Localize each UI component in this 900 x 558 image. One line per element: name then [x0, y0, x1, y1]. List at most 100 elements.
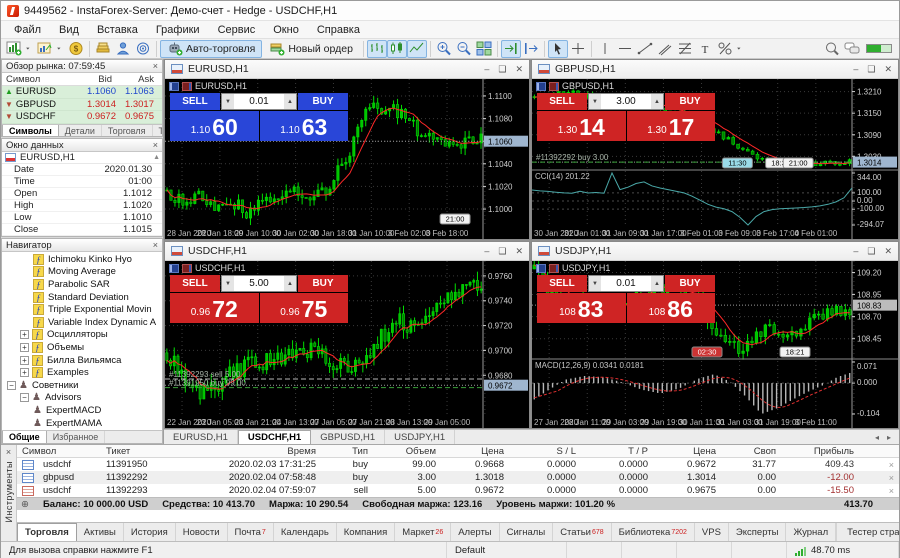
candles-icon[interactable] [387, 40, 407, 58]
caret-icon[interactable] [735, 40, 746, 58]
navigator-item[interactable]: ♟ExpertMAMA [2, 417, 162, 430]
depth-of-market-icon[interactable] [549, 82, 559, 91]
expand-icon[interactable]: + [20, 368, 29, 377]
terminal-tab-Активы[interactable]: Активы [77, 523, 124, 541]
terminal-ico-icon[interactable] [133, 40, 153, 58]
channel-icon[interactable] [655, 40, 675, 58]
oneclick-panel-icon[interactable] [536, 264, 546, 273]
volume-increase-icon[interactable]: ▲ [284, 94, 296, 109]
buy-button[interactable]: BUY [298, 275, 348, 292]
expand-icon[interactable]: + [20, 356, 29, 365]
position-row[interactable]: usdchf113919502020.02.03 17:31:25buy99.0… [17, 458, 899, 471]
close-icon[interactable]: ✕ [515, 246, 523, 257]
volume-decrease-icon[interactable]: ▼ [589, 94, 601, 109]
crosshair-icon[interactable] [568, 40, 588, 58]
menu-Графики[interactable]: Графики [147, 23, 209, 37]
sell-button[interactable]: SELL [170, 93, 220, 110]
volume-increase-icon[interactable]: ▲ [284, 276, 296, 291]
position-row[interactable]: usdchf113922932020.02.04 07:59:07sell5.0… [17, 484, 899, 497]
terminal-side-label[interactable]: Инструменты [4, 461, 14, 523]
tile-icon[interactable] [474, 40, 494, 58]
chart-area-eurusd[interactable]: EURUSD,H1SELL▼0.01▲BUY1.10601.10631.1100… [165, 79, 529, 239]
market-watch-row[interactable]: ▲EURUSD1.10601.1063 [2, 86, 162, 99]
menu-Вставка[interactable]: Вставка [88, 23, 147, 37]
minimize-icon[interactable]: – [853, 246, 858, 257]
navigator-item[interactable]: ƒMoving Average [2, 266, 162, 279]
maximize-icon[interactable]: ❑ [867, 64, 875, 75]
chart-tab-GBPUSD,H1[interactable]: GBPUSD,H1 [311, 430, 385, 444]
new-chart-icon[interactable] [4, 40, 24, 58]
caret-icon[interactable] [24, 40, 35, 58]
close-icon[interactable]: × [153, 240, 158, 250]
navigator-item[interactable]: +ƒБилла Вильямса [2, 354, 162, 367]
shapes-icon[interactable] [715, 40, 735, 58]
terminal-tab-Компания[interactable]: Компания [337, 523, 395, 541]
market-watch-tab-Торговля[interactable]: Торговля [102, 125, 153, 137]
volume-increase-icon[interactable]: ▲ [651, 94, 663, 109]
volume-decrease-icon[interactable]: ▼ [222, 94, 234, 109]
profiles-icon[interactable] [35, 40, 55, 58]
chart-area-usdchf[interactable]: USDCHF,H1SELL▼5.00▲BUY0.96720.9675#11392… [165, 261, 529, 428]
sell-price[interactable]: 10883 [537, 293, 626, 323]
volume-value[interactable]: 5.00 [234, 276, 284, 291]
zoom-in-icon[interactable] [434, 40, 454, 58]
new-order-button[interactable]: Новый ордер [262, 40, 360, 58]
close-icon[interactable]: ✕ [515, 64, 523, 75]
close-icon[interactable]: × [153, 61, 158, 71]
terminal-column-S / L[interactable]: S / L [509, 446, 581, 457]
search-icon[interactable] [822, 40, 842, 58]
text-ico-icon[interactable]: T [695, 40, 715, 58]
chart-window-titlebar[interactable]: USDCHF,H1–❑✕ [165, 242, 529, 261]
volume-decrease-icon[interactable]: ▼ [589, 276, 601, 291]
menu-Сервис[interactable]: Сервис [209, 23, 265, 37]
navigator-item[interactable]: ƒStandard Deviation [2, 291, 162, 304]
shift-icon[interactable] [521, 40, 541, 58]
buy-price[interactable]: 0.9675 [260, 293, 349, 323]
minimize-icon[interactable]: – [853, 64, 858, 75]
chart-area-gbpusd[interactable]: GBPUSD,H1SELL▼3.00▲BUY1.30141.3017#11392… [532, 79, 898, 239]
terminal-tab-Маркет[interactable]: Маркет26 [395, 523, 451, 541]
market-watch-tab-Тики[interactable]: Тики [153, 125, 164, 137]
market-watch-icon[interactable] [93, 40, 113, 58]
oneclick-panel-icon[interactable] [169, 82, 179, 91]
status-connection[interactable]: 48.70 ms [787, 542, 899, 558]
navigator-item[interactable]: ƒTriple Exponential Movin [2, 303, 162, 316]
navigator-icon[interactable] [113, 40, 133, 58]
sell-price[interactable]: 0.9672 [170, 293, 259, 323]
expand-icon[interactable]: + [20, 343, 29, 352]
terminal-column-Цена[interactable]: Цена [653, 446, 721, 457]
terminal-tab-Алерты[interactable]: Алерты [451, 523, 499, 541]
terminal-tab-VPS[interactable]: VPS [695, 523, 729, 541]
chart-area-usdjpy[interactable]: USDJPY,H1SELL▼0.01▲BUY1088310886109.2010… [532, 261, 898, 428]
terminal-tab-Библиотека[interactable]: Библиотека7202 [612, 523, 695, 541]
volume-value[interactable]: 3.00 [601, 94, 651, 109]
terminal-column-Своп[interactable]: Своп [721, 446, 781, 457]
menu-Файл[interactable]: Файл [5, 23, 50, 37]
minimize-icon[interactable]: – [484, 64, 489, 75]
cycler-icon[interactable]: $ [66, 40, 86, 58]
chart-window-titlebar[interactable]: EURUSD,H1–❑✕ [165, 60, 529, 79]
chart-window-titlebar[interactable]: USDJPY,H1–❑✕ [532, 242, 898, 261]
terminal-tab-Торговля[interactable]: Торговля [17, 523, 77, 541]
status-profile[interactable]: Default [447, 542, 567, 558]
terminal-column-Цена[interactable]: Цена [441, 446, 509, 457]
terminal-column-T / P[interactable]: T / P [581, 446, 653, 457]
terminal-column-Тип[interactable]: Тип [321, 446, 373, 457]
volume-stepper[interactable]: ▼0.01▲ [588, 275, 664, 292]
market-watch-column-header[interactable]: Ask [116, 74, 162, 85]
close-icon[interactable]: ✕ [884, 246, 892, 257]
volume-value[interactable]: 0.01 [601, 276, 651, 291]
hline-icon[interactable] [615, 40, 635, 58]
zoom-out-icon[interactable] [454, 40, 474, 58]
chat-icon[interactable] [842, 40, 862, 58]
market-watch-row[interactable]: ▼GBPUSD1.30141.3017 [2, 99, 162, 112]
collapse-icon[interactable]: − [7, 381, 16, 390]
oneclick-panel-icon[interactable] [169, 264, 179, 273]
terminal-column-Символ[interactable]: Символ [17, 446, 101, 457]
buy-price[interactable]: 1.1063 [260, 111, 349, 141]
buy-button[interactable]: BUY [298, 93, 348, 110]
navigator-item[interactable]: +ƒExamples [2, 366, 162, 379]
terminal-tab-История[interactable]: История [124, 523, 176, 541]
menu-Справка[interactable]: Справка [308, 23, 369, 37]
position-row[interactable]: gbpusd113922922020.02.04 07:58:48buy3.00… [17, 471, 899, 484]
